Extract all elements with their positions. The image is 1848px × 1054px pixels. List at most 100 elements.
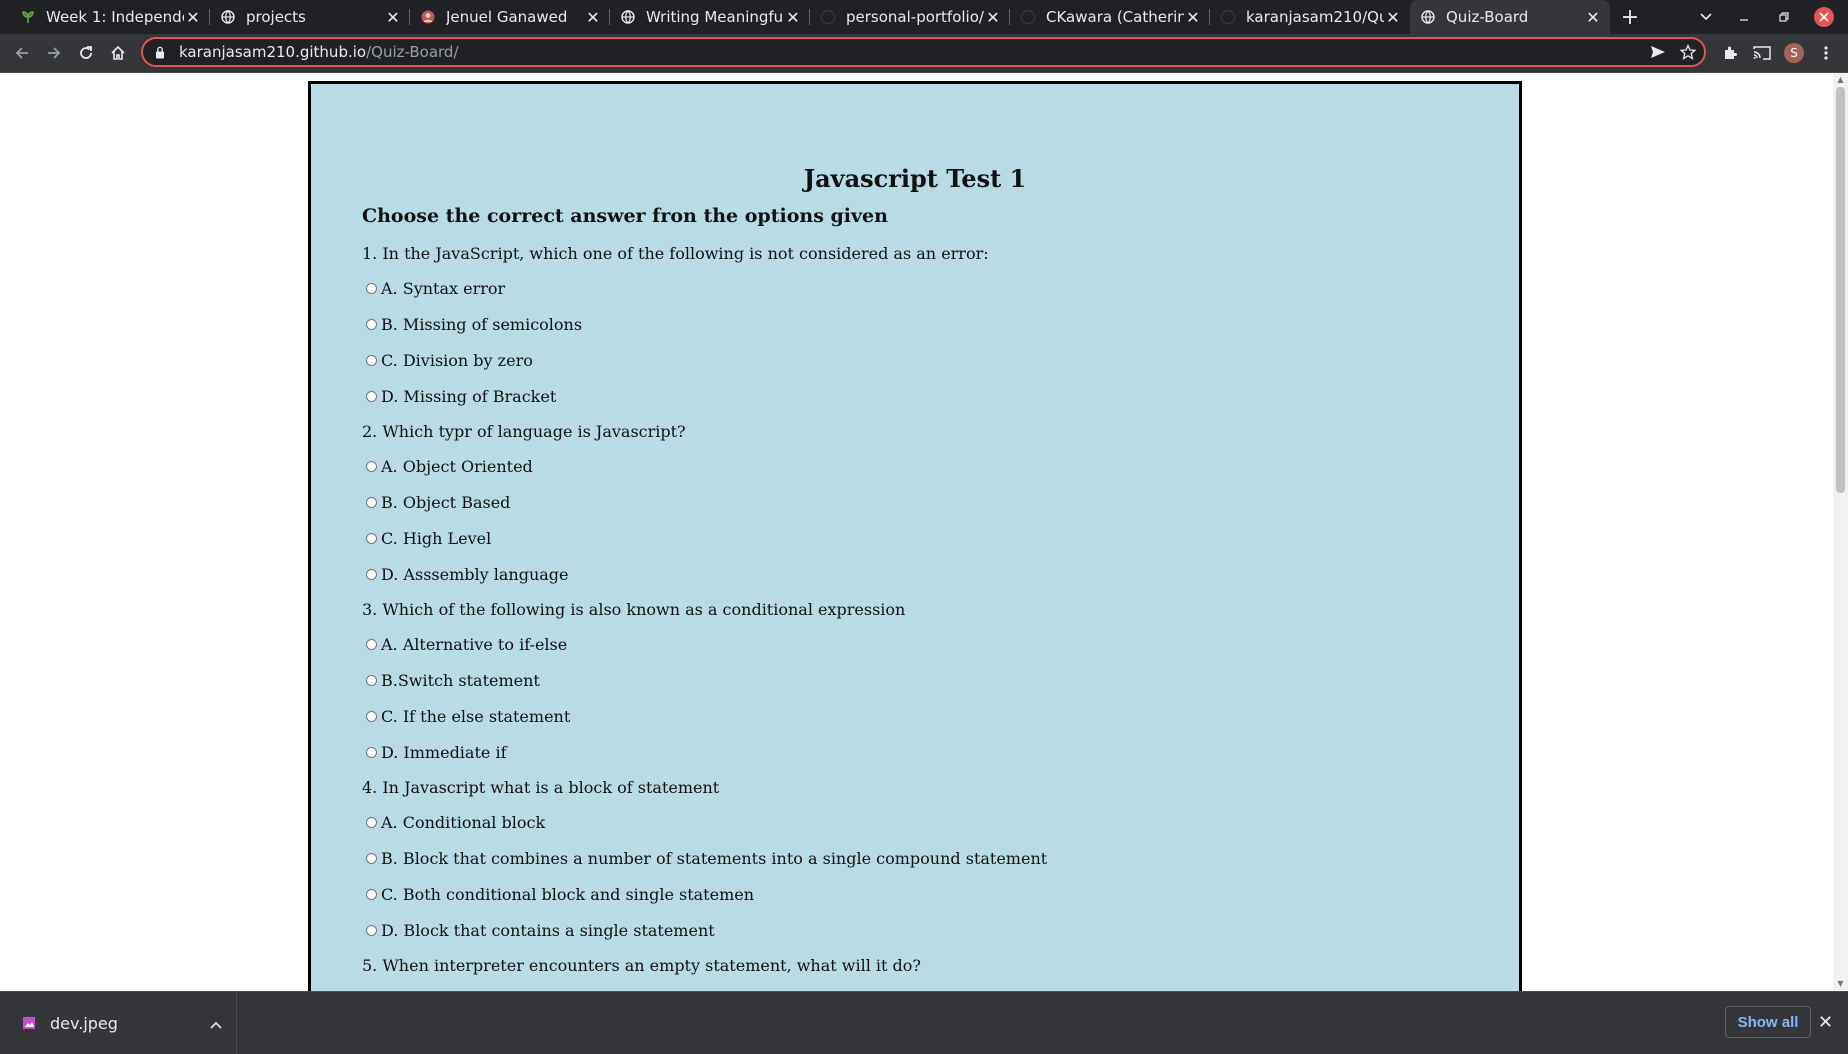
back-icon[interactable] bbox=[8, 39, 36, 67]
answer-option[interactable]: B. Object Based bbox=[366, 493, 510, 512]
option-label: C. Both conditional block and single sta… bbox=[381, 885, 755, 904]
option-label: D. Immediate if bbox=[381, 743, 507, 762]
download-file-name: dev.jpeg bbox=[50, 1013, 118, 1033]
tab-title: personal-portfolio/i bbox=[846, 8, 984, 26]
answer-option[interactable]: B.Switch statement bbox=[366, 671, 540, 690]
radio-button[interactable] bbox=[366, 391, 377, 402]
radio-button[interactable] bbox=[366, 283, 377, 294]
image-file-icon bbox=[23, 1017, 35, 1029]
answer-option[interactable]: C. Both conditional block and single sta… bbox=[366, 885, 754, 904]
instructions-heading: Choose the correct answer fron the optio… bbox=[362, 205, 888, 227]
radio-button[interactable] bbox=[366, 747, 377, 758]
vertical-scrollbar[interactable]: ▲ ▼ bbox=[1833, 73, 1848, 991]
radio-button[interactable] bbox=[366, 711, 377, 722]
profile-initial: S bbox=[1784, 43, 1804, 63]
answer-option[interactable]: D. Asssembly language bbox=[366, 565, 569, 584]
option-label: B. Object Based bbox=[381, 493, 511, 512]
page-viewport: Javascript Test 1 Choose the correct ans… bbox=[0, 73, 1833, 991]
question-text: 4. In Javascript what is a block of stat… bbox=[362, 778, 720, 797]
answer-option[interactable]: A. Syntax error bbox=[366, 279, 505, 298]
home-icon[interactable] bbox=[104, 39, 132, 67]
answer-option[interactable]: D. Missing of Bracket bbox=[366, 387, 556, 406]
tab-title: Jenuel Ganawed bbox=[446, 8, 568, 26]
github-icon bbox=[1220, 9, 1236, 25]
close-icon[interactable]: ✕ bbox=[1184, 8, 1202, 27]
globe-icon bbox=[620, 9, 636, 25]
show-all-button[interactable]: Show all bbox=[1725, 1006, 1811, 1038]
radio-button[interactable] bbox=[366, 497, 377, 508]
radio-button[interactable] bbox=[366, 355, 377, 366]
radio-button[interactable] bbox=[366, 925, 377, 936]
radio-button[interactable] bbox=[366, 675, 377, 686]
close-icon[interactable]: ✕ bbox=[1584, 8, 1602, 27]
cast-icon[interactable] bbox=[1748, 39, 1776, 67]
radio-button[interactable] bbox=[366, 533, 377, 544]
answer-option[interactable]: A. Conditional block bbox=[366, 813, 545, 832]
close-icon[interactable]: ✕ bbox=[384, 8, 402, 27]
forward-icon[interactable] bbox=[40, 39, 68, 67]
url-path: /Quiz-Board/ bbox=[366, 43, 459, 61]
window-close-icon[interactable] bbox=[1808, 0, 1840, 34]
option-label: C. Division by zero bbox=[381, 351, 533, 370]
question-text: 1. In the JavaScript, which one of the f… bbox=[362, 244, 989, 263]
option-label: C. High Level bbox=[381, 529, 492, 548]
option-label: D. Missing of Bracket bbox=[381, 387, 557, 406]
new-tab-button[interactable]: + bbox=[1614, 0, 1646, 34]
close-icon[interactable]: ✕ bbox=[584, 8, 602, 27]
chevron-up-icon[interactable] bbox=[210, 1014, 222, 1033]
tab[interactable]: Writing Meaningful ✕ bbox=[610, 0, 810, 34]
reload-icon[interactable] bbox=[72, 39, 100, 67]
option-label: A. Syntax error bbox=[381, 279, 506, 298]
menu-kebab-icon[interactable] bbox=[1812, 39, 1840, 67]
minimize-icon[interactable] bbox=[1728, 0, 1760, 34]
option-label: A. Conditional block bbox=[381, 813, 546, 832]
answer-option[interactable]: C. High Level bbox=[366, 529, 491, 548]
tab[interactable]: personal-portfolio/i ✕ bbox=[810, 0, 1010, 34]
option-label: D. Asssembly language bbox=[381, 565, 569, 584]
download-item[interactable]: dev.jpeg bbox=[0, 992, 237, 1054]
tab[interactable]: Week 1: Independen ✕ bbox=[10, 0, 210, 34]
answer-option[interactable]: A. Object Oriented bbox=[366, 457, 533, 476]
answer-option[interactable]: A. Alternative to if-else bbox=[366, 635, 567, 654]
radio-button[interactable] bbox=[366, 889, 377, 900]
tab-search-icon[interactable] bbox=[1690, 0, 1722, 34]
answer-option[interactable]: C. If the else statement bbox=[366, 707, 570, 726]
close-icon[interactable]: ✕ bbox=[984, 8, 1002, 27]
lock-icon[interactable] bbox=[155, 46, 171, 59]
radio-button[interactable] bbox=[366, 853, 377, 864]
quiz-container: Javascript Test 1 Choose the correct ans… bbox=[308, 81, 1522, 991]
radio-button[interactable] bbox=[366, 817, 377, 828]
option-label: A. Object Oriented bbox=[381, 457, 533, 476]
address-bar[interactable]: karanjasam210.github.io/Quiz-Board/ bbox=[141, 37, 1706, 67]
restore-icon[interactable] bbox=[1768, 0, 1800, 34]
radio-button[interactable] bbox=[366, 569, 377, 580]
answer-option[interactable]: C. Division by zero bbox=[366, 351, 533, 370]
tab[interactable]: projects ✕ bbox=[210, 0, 410, 34]
option-label: B. Block that combines a number of state… bbox=[381, 849, 1048, 868]
radio-button[interactable] bbox=[366, 639, 377, 650]
tab[interactable]: karanjasam210/Qui ✕ bbox=[1210, 0, 1410, 34]
tab-active[interactable]: Quiz-Board ✕ bbox=[1410, 0, 1610, 34]
tab-strip: Week 1: Independen ✕ projects ✕ Jenuel G… bbox=[0, 0, 1848, 34]
profile-avatar[interactable]: S bbox=[1780, 39, 1808, 67]
scroll-up-icon[interactable]: ▲ bbox=[1836, 76, 1845, 84]
answer-option[interactable]: B. Block that combines a number of state… bbox=[366, 849, 1047, 868]
answer-option[interactable]: D. Immediate if bbox=[366, 743, 506, 762]
tab[interactable]: CKawara (Catherine ✕ bbox=[1010, 0, 1210, 34]
scroll-thumb[interactable] bbox=[1836, 87, 1845, 493]
send-to-device-icon[interactable] bbox=[1650, 45, 1666, 63]
question-text: 3. Which of the following is also known … bbox=[362, 600, 906, 619]
close-icon[interactable]: ✕ bbox=[1384, 8, 1402, 27]
avatar-icon bbox=[420, 9, 436, 25]
close-icon[interactable]: ✕ bbox=[784, 8, 802, 27]
radio-button[interactable] bbox=[366, 461, 377, 472]
radio-button[interactable] bbox=[366, 319, 377, 330]
answer-option[interactable]: D. Block that contains a single statemen… bbox=[366, 921, 715, 940]
extensions-icon[interactable] bbox=[1716, 39, 1744, 67]
scroll-down-icon[interactable]: ▼ bbox=[1836, 980, 1845, 988]
tab[interactable]: Jenuel Ganawed ✕ bbox=[410, 0, 610, 34]
bookmark-star-icon[interactable] bbox=[1679, 43, 1697, 64]
close-icon[interactable]: ✕ bbox=[1818, 1012, 1833, 1033]
close-icon[interactable]: ✕ bbox=[184, 8, 202, 27]
answer-option[interactable]: B. Missing of semicolons bbox=[366, 315, 582, 334]
